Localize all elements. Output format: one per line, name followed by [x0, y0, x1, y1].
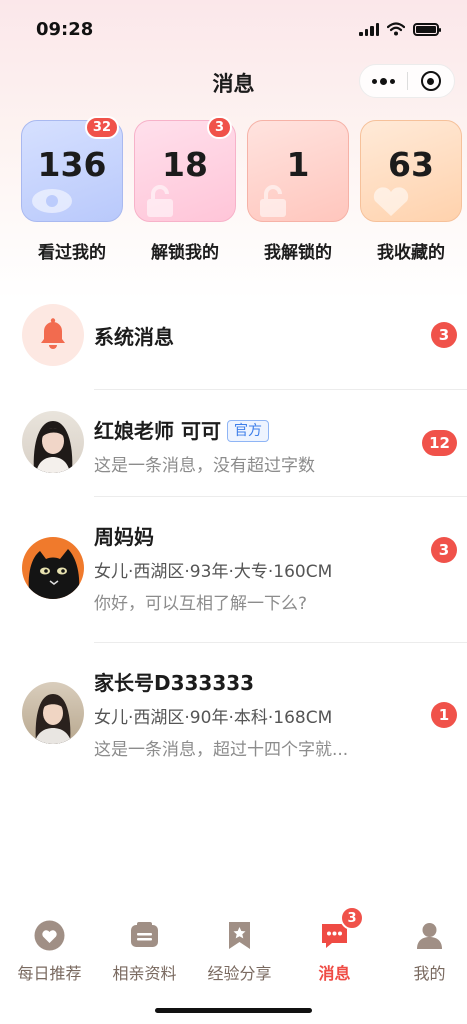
message-preview: 你好，可以互相了解一下么?: [94, 594, 308, 614]
stat-label: 我解锁的: [264, 243, 332, 263]
message-item-system[interactable]: 系统消息 3: [0, 300, 467, 390]
tab-label: 经验分享: [207, 964, 272, 983]
count-badge: 32: [84, 116, 119, 139]
profile-detail: 女儿·西湖区·93年·大专·160CM: [94, 562, 333, 582]
stat-value: 1: [286, 144, 310, 184]
user-icon: [417, 923, 442, 949]
unlock-icon: [260, 185, 286, 217]
wifi-icon: [387, 22, 405, 36]
tab-profiles[interactable]: 相亲资料: [97, 912, 192, 990]
stat-my-favorites[interactable]: 63 我收藏的: [360, 120, 462, 263]
heart-icon: [373, 187, 409, 216]
unread-badge: 12: [422, 430, 457, 456]
unread-badge: 3: [431, 322, 457, 348]
stat-value: 63: [388, 144, 434, 184]
stat-label: 解锁我的: [151, 243, 219, 263]
message-item-matchmaker[interactable]: 红娘老师 可可 官方 这是一条消息，没有超过字数 12: [0, 390, 467, 497]
official-tag: 官方: [226, 420, 269, 442]
message-name: 周妈妈: [94, 525, 154, 549]
stat-card: 63: [360, 120, 462, 222]
bell-icon: [41, 318, 65, 349]
signal-icon: [359, 22, 379, 36]
profile-card-icon: [131, 922, 158, 947]
tab-bar: 每日推荐 相亲资料 经验分享 3 消息 我的: [0, 906, 467, 990]
tab-experience-share[interactable]: 经验分享: [192, 912, 287, 990]
stat-value: 18: [162, 144, 208, 184]
system-avatar: [22, 304, 84, 366]
status-time: 09:28: [36, 19, 94, 40]
message-preview: 这是一条消息，超过十四个字就...: [94, 740, 349, 760]
eye-icon: [32, 189, 72, 213]
close-mini-program-button[interactable]: [408, 65, 454, 97]
bookmark-star-icon: [229, 922, 250, 949]
stat-viewed-me[interactable]: 136 32 看过我的: [21, 116, 123, 263]
profile-detail: 女儿·西湖区·90年·本科·168CM: [94, 708, 333, 728]
unlock-icon: [147, 185, 173, 217]
heart-icon: [34, 920, 65, 951]
avatar: [22, 682, 84, 744]
black-cat-icon: [28, 549, 80, 599]
status-bar: 09:28: [0, 0, 467, 60]
tab-label: 消息: [318, 964, 351, 983]
tab-label: 相亲资料: [112, 964, 177, 983]
tab-mine[interactable]: 我的: [382, 912, 467, 990]
message-item-zhou[interactable]: 周妈妈 女儿·西湖区·93年·大专·160CM 你好，可以互相了解一下么? 3: [0, 497, 467, 643]
tab-badge: 3: [340, 906, 364, 930]
tab-daily-recommend[interactable]: 每日推荐: [2, 912, 97, 990]
unread-badge: 1: [431, 702, 457, 728]
tab-messages[interactable]: 3 消息: [287, 906, 382, 990]
woman-avatar-icon: [33, 421, 73, 473]
stat-card: 1: [247, 120, 349, 222]
more-options-button[interactable]: [360, 65, 407, 97]
stat-value: 136: [37, 144, 107, 184]
woman-avatar-icon: [34, 694, 72, 744]
avatar: [22, 537, 84, 599]
mini-program-capsule: [359, 64, 455, 98]
message-name: 家长号D333333: [94, 671, 255, 695]
tab-label: 我的: [413, 964, 446, 983]
message-name: 系统消息: [94, 325, 174, 349]
message-item-parent[interactable]: 家长号D333333 女儿·西湖区·90年·本科·168CM 这是一条消息，超过…: [0, 643, 467, 783]
tab-label: 每日推荐: [17, 964, 82, 983]
stat-label: 我收藏的: [377, 243, 445, 263]
stat-unlocked-me[interactable]: 18 3 解锁我的: [134, 116, 236, 263]
home-indicator: [155, 1008, 312, 1013]
message-preview: 这是一条消息，没有超过字数: [94, 456, 315, 476]
status-icons: [359, 22, 441, 36]
target-icon: [420, 71, 441, 91]
unread-badge: 3: [431, 537, 457, 563]
message-name: 红娘老师 可可 官方: [94, 415, 269, 444]
avatar: [22, 411, 84, 473]
stat-i-unlocked[interactable]: 1 我解锁的: [247, 120, 349, 263]
battery-icon: [413, 22, 441, 36]
count-badge: 3: [206, 116, 232, 139]
stat-label: 看过我的: [38, 243, 106, 263]
